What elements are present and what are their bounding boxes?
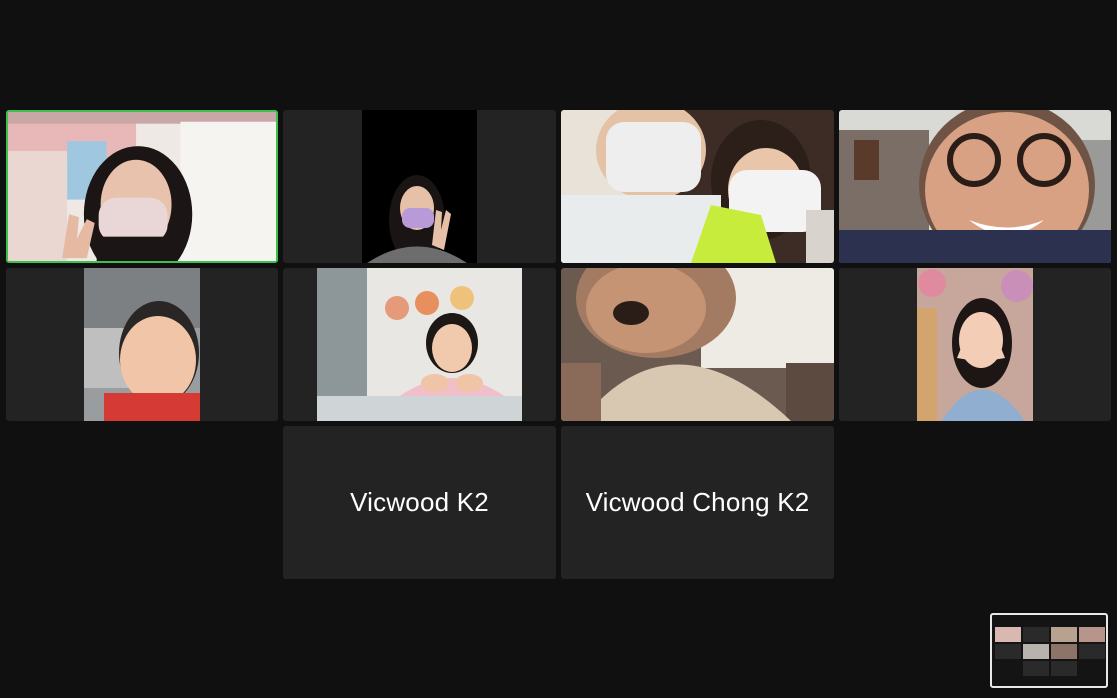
minimap-cell xyxy=(1051,661,1077,676)
minimap-cell xyxy=(1023,627,1049,642)
participant-video xyxy=(84,268,200,421)
minimap-cell xyxy=(1023,644,1049,659)
participant-video-frame xyxy=(839,110,1111,263)
video-tile-teacher[interactable] xyxy=(6,110,278,263)
video-tile-participant[interactable] xyxy=(561,110,834,263)
video-tile-participant[interactable] xyxy=(283,268,556,421)
video-tile-participant[interactable] xyxy=(283,110,556,263)
video-tile-participant-no-video[interactable]: Vicwood K2 xyxy=(283,426,556,579)
minimap-cell xyxy=(1051,644,1077,659)
participant-video xyxy=(561,268,834,421)
minimap-cell xyxy=(1023,661,1049,676)
participant-video xyxy=(317,268,522,421)
minimap-cell xyxy=(1079,627,1105,642)
participant-video-frame xyxy=(317,268,522,421)
participant-video-frame xyxy=(362,110,477,263)
video-tile-participant[interactable] xyxy=(6,268,278,421)
minimap-cell xyxy=(1051,627,1077,642)
participant-video xyxy=(561,110,834,263)
participant-video-frame xyxy=(561,110,834,263)
minimap-cell xyxy=(1079,644,1105,659)
participant-video xyxy=(917,268,1033,421)
participant-video-frame xyxy=(84,268,200,421)
video-tile-participant[interactable] xyxy=(561,268,834,421)
participant-video xyxy=(839,110,1111,263)
video-tile-participant[interactable] xyxy=(839,110,1111,263)
video-tile-participant-no-video[interactable]: Vicwood Chong K2 xyxy=(561,426,834,579)
participant-video-frame xyxy=(561,268,834,421)
participant-video xyxy=(8,112,276,261)
participant-name: Vicwood K2 xyxy=(350,487,489,517)
participant-video xyxy=(362,110,477,263)
gallery-minimap-icon[interactable] xyxy=(990,613,1108,688)
participant-video-frame xyxy=(8,112,276,261)
participant-video-frame xyxy=(917,268,1033,421)
participant-name: Vicwood Chong K2 xyxy=(585,487,810,517)
minimap-cell xyxy=(995,644,1021,659)
minimap-cell xyxy=(995,627,1021,642)
video-tile-participant[interactable] xyxy=(839,268,1111,421)
